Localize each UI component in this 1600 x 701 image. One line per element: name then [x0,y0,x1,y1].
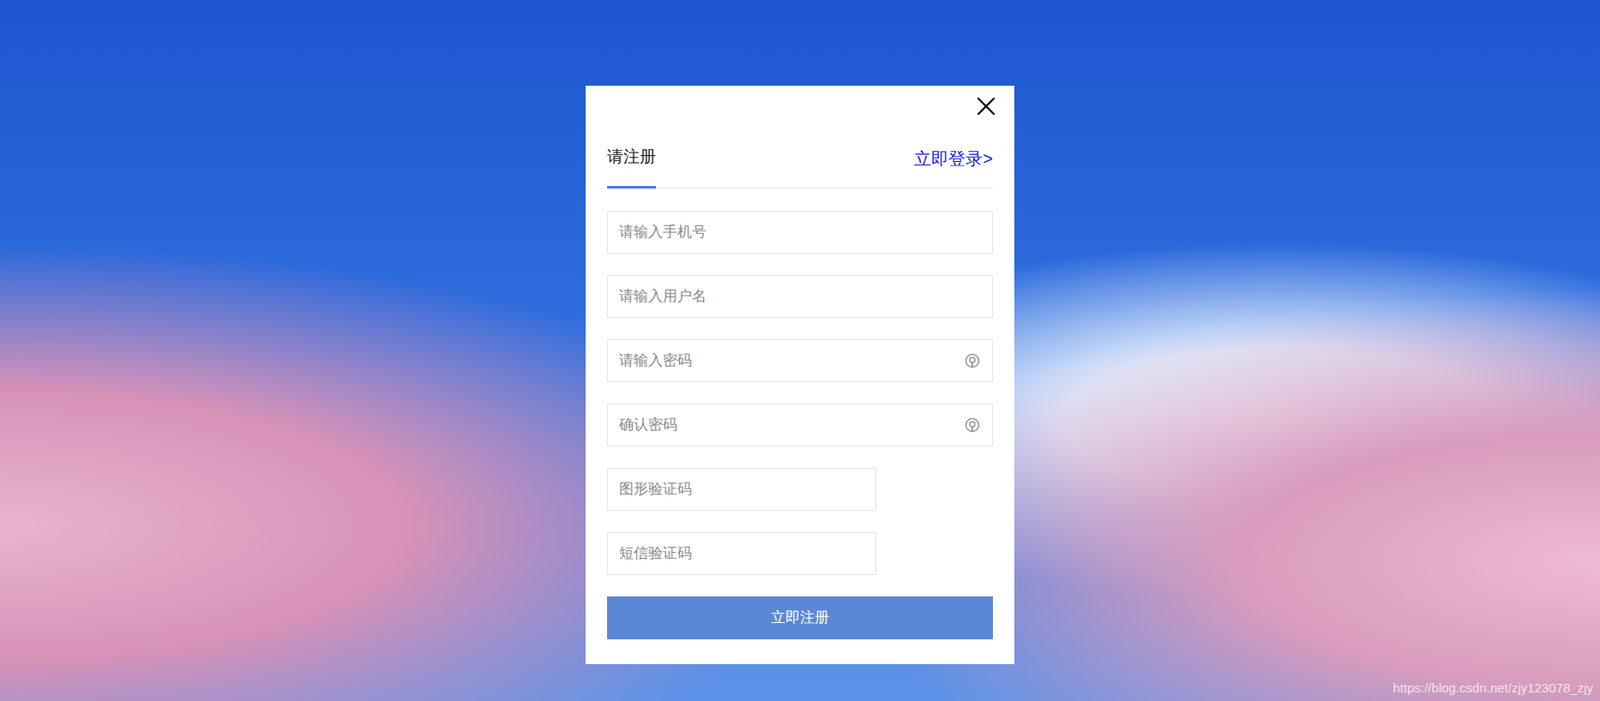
input-field[interactable] [607,532,877,576]
login-link[interactable]: 立即登录> [914,146,993,188]
text-input[interactable] [619,221,981,244]
text-input[interactable] [619,349,957,373]
eye-icon[interactable] [963,352,981,370]
tab[interactable]: 请注册 [607,116,656,189]
tab-list: 请注册 [607,116,656,188]
register-button[interactable]: 立即注册 [607,596,993,640]
text-input[interactable] [619,414,957,437]
input-field[interactable] [607,468,877,512]
dialog-header: 请注册 立即登录> [607,116,993,189]
eye-icon[interactable] [963,416,981,434]
input-field[interactable] [607,339,993,383]
watermark: https://blog.csdn.net/zjy123078_zjy [1393,679,1594,699]
close-row [607,96,997,117]
input-field[interactable] [607,275,993,319]
page: 请注册 立即登录> 立即注册 https://blog.csdn.net/zjy123… [0,0,1600,701]
register-dialog: 请注册 立即登录> 立即注册 [585,85,1015,665]
close-icon[interactable] [975,96,997,117]
text-input[interactable] [619,478,865,501]
input-field[interactable] [607,210,993,254]
text-input[interactable] [619,542,865,566]
input-field[interactable] [607,403,993,447]
text-input[interactable] [619,285,981,308]
field-list [607,210,993,576]
